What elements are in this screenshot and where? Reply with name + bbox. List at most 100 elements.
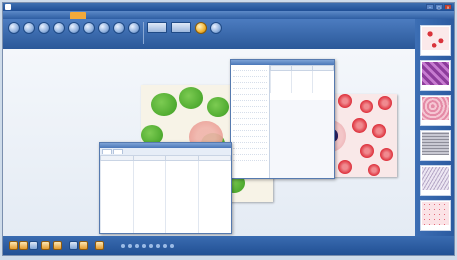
playback-dot[interactable] [163,244,167,248]
red-blood-cell [378,96,392,110]
red-blood-cell [338,94,352,108]
tool-icon [68,22,80,34]
info-table-cell [291,88,313,93]
thumb-4[interactable] [420,130,451,161]
playback-dot[interactable] [121,244,125,248]
workspace-canvas[interactable] [3,49,415,236]
bottom-tool-button-1[interactable] [9,241,18,250]
red-blood-cell [360,100,373,113]
red-blood-cell [368,164,380,176]
maximize-icon[interactable]: ▢ [435,4,443,10]
thumb-1[interactable] [420,25,451,56]
tool-icon [83,22,95,34]
thumb-5[interactable] [420,165,451,196]
thumbnail-image [422,167,449,190]
tool-button-6[interactable] [82,22,96,44]
info-list-row[interactable] [233,156,267,161]
bottom-tool-button-2[interactable] [19,241,28,250]
close-icon[interactable]: × [444,4,452,10]
bottom-tool-button-7[interactable] [79,241,88,250]
info-list-row[interactable] [233,66,267,71]
info-list-row[interactable] [233,126,267,131]
info-list-row[interactable] [233,108,267,113]
tool-icon [23,22,35,34]
playback-dot[interactable] [170,244,174,248]
minimize-icon[interactable]: – [426,4,434,10]
tool-button-2[interactable] [22,22,36,44]
green-stained-cell [151,93,177,117]
info-list-row[interactable] [233,84,267,89]
tool-extra-button-1[interactable] [194,22,208,44]
tool-extra-button-2[interactable] [209,22,223,44]
info-list-row[interactable] [233,132,267,137]
thumb-6[interactable] [420,200,451,231]
info-table-row [270,88,334,93]
info-list[interactable] [231,65,270,178]
thumbnail-image [422,62,449,85]
tool-group-icon [171,22,191,33]
tool-group-button-1[interactable] [146,22,168,44]
thumbnail-caption [421,225,450,230]
playback-dot[interactable] [142,244,146,248]
info-table-cell [312,88,334,93]
bottom-tool-button-3[interactable] [29,241,38,250]
green-stained-cell [179,87,203,109]
thumbnail-caption [421,50,450,55]
tool-button-8[interactable] [112,22,126,44]
tool-icon [53,22,65,34]
data-dialog-tab-2[interactable] [112,149,123,154]
thumbnail-caption [421,155,450,160]
tool-icon [113,22,125,34]
thumb-3[interactable] [420,95,451,126]
info-list-row[interactable] [233,72,267,77]
playback-dot[interactable] [128,244,132,248]
window-controls: – ▢ × [426,4,452,10]
tool-button-5[interactable] [67,22,81,44]
thumbnail-caption [421,85,450,90]
tool-icon [98,22,110,34]
data-dialog-tab-1[interactable] [102,149,112,154]
playback-dot[interactable] [135,244,139,248]
title-bar: – ▢ × [3,3,454,11]
measurement-data-dialog[interactable] [99,142,232,234]
bottom-tool-button-4[interactable] [41,241,50,250]
tool-group-button-2[interactable] [170,22,192,44]
info-list-row[interactable] [233,144,267,149]
tool-button-3[interactable] [37,22,51,44]
bottom-tool-button-8[interactable] [95,241,104,250]
info-list-row[interactable] [233,120,267,125]
measurement-info-panel[interactable] [230,59,335,179]
red-blood-cell [372,124,386,138]
tool-icon [8,22,20,34]
tool-group-icon [147,22,167,33]
info-list-row[interactable] [233,90,267,95]
tool-button-7[interactable] [97,22,111,44]
tool-extra-icon [195,22,207,34]
tool-icon [128,22,140,34]
red-blood-cell [352,118,367,133]
menu-bar [3,11,454,20]
tool-button-1[interactable] [7,22,21,44]
playback-dot[interactable] [156,244,160,248]
red-blood-cell [380,148,393,161]
info-list-row[interactable] [233,96,267,101]
info-list-row[interactable] [233,138,267,143]
info-table-cell [270,88,292,93]
red-blood-cell [338,160,352,174]
thumb-2[interactable] [420,60,451,91]
playback-dot[interactable] [149,244,153,248]
tool-button-4[interactable] [52,22,66,44]
info-list-row[interactable] [233,150,267,155]
thumbnail-panel [415,19,454,237]
info-list-row[interactable] [233,102,267,107]
info-list-row[interactable] [233,114,267,119]
thumbnail-image [422,202,449,225]
tool-icon [38,22,50,34]
tool-button-9[interactable] [127,22,141,44]
info-blank-area [270,100,334,178]
info-list-row[interactable] [233,78,267,83]
thumbnail-caption [421,190,450,195]
bottom-tool-button-5[interactable] [53,241,62,250]
bottom-tool-button-6[interactable] [69,241,78,250]
app-window: – ▢ × [2,2,455,256]
